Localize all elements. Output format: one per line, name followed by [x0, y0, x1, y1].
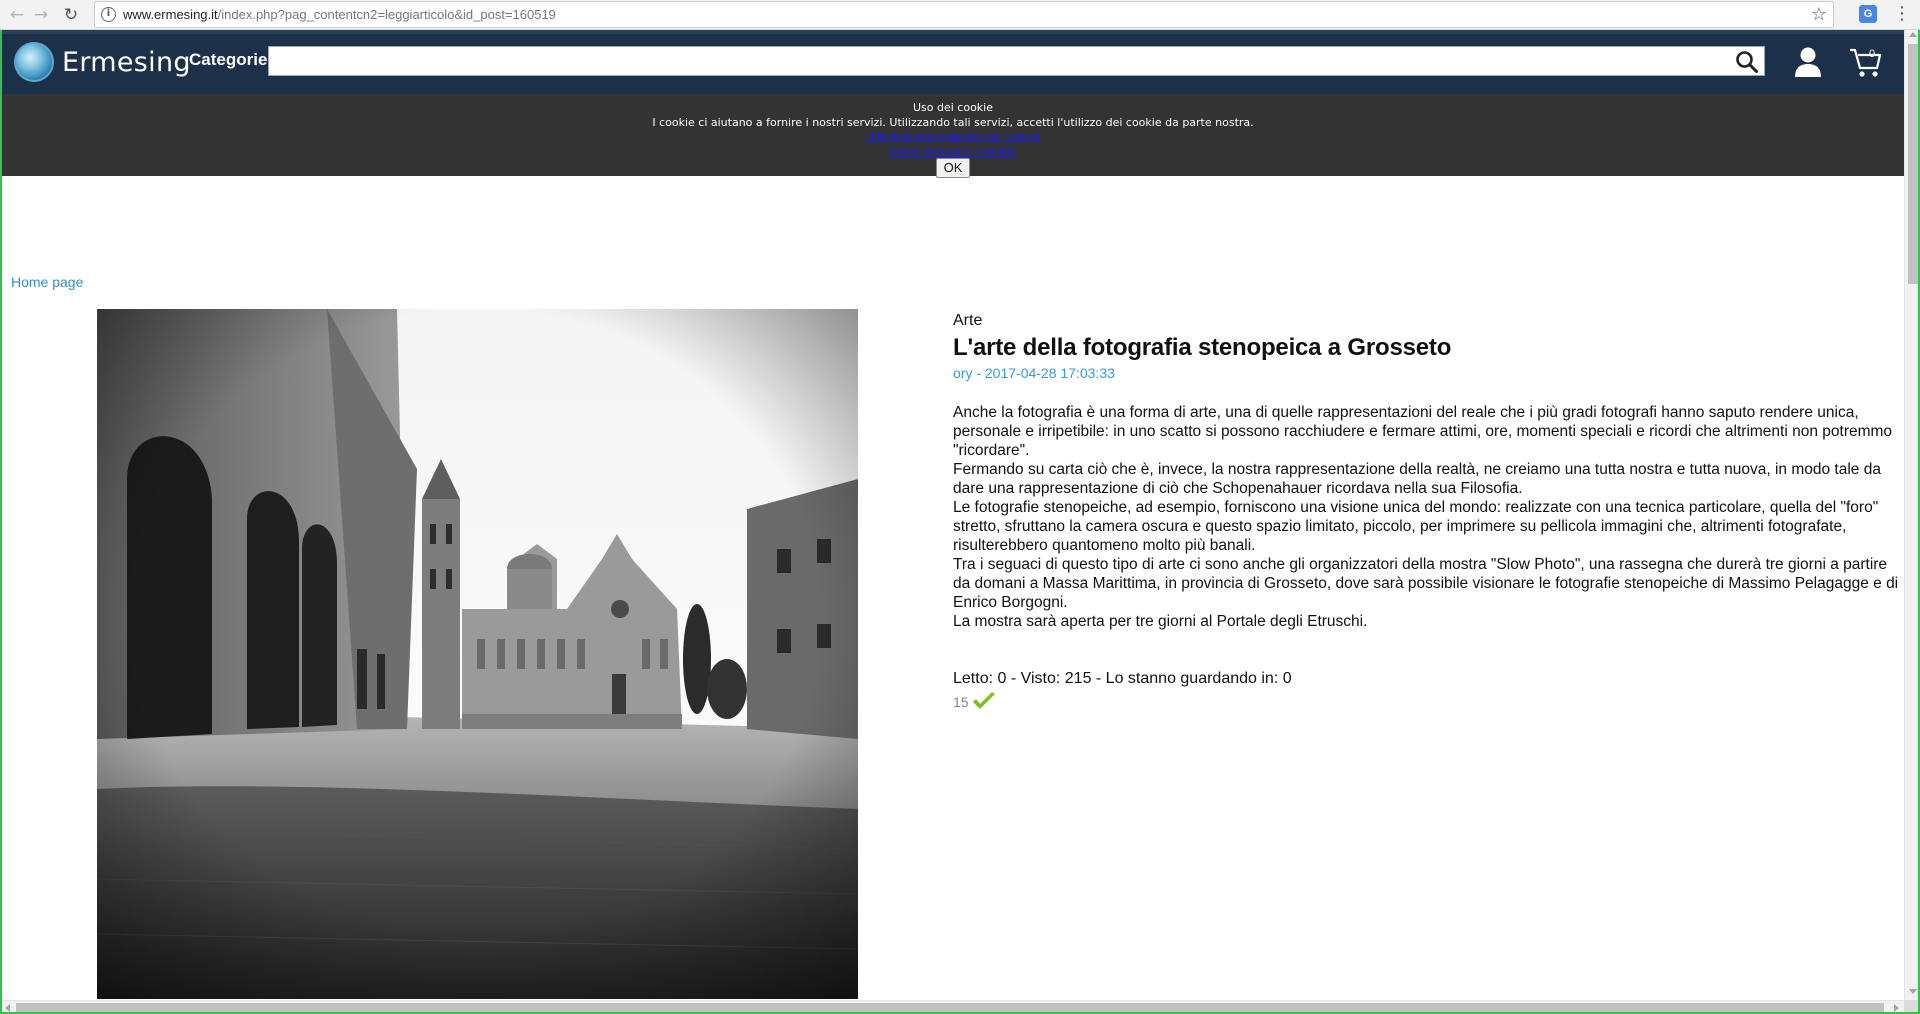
article-body: Anche la fotografia è una forma di arte,… — [953, 403, 1903, 631]
scroll-left-arrow-icon[interactable] — [5, 1004, 10, 1012]
arrow-right-icon[interactable]: → — [30, 4, 52, 26]
arrow-left-icon[interactable]: ← — [6, 4, 28, 26]
cookie-text: I cookie ci aiutano a fornire i nostri s… — [652, 116, 1254, 129]
article-paragraph: Tra i seguaci di questo tipo di arte ci … — [953, 556, 1899, 611]
user-icon[interactable] — [1793, 46, 1823, 78]
breadcrumb-home-link[interactable]: Home page — [11, 274, 83, 290]
search-icon[interactable] — [1734, 49, 1760, 75]
reload-icon[interactable]: ↻ — [60, 4, 82, 26]
scroll-right-arrow-icon[interactable] — [1894, 1004, 1899, 1012]
cookie-more-info-link[interactable]: Ulteriori informazioni sui cookie — [2, 130, 1904, 143]
pinhole-photo — [97, 309, 858, 999]
article-paragraph: Anche la fotografia è una forma di arte,… — [953, 404, 1893, 459]
article-content: Arte L'arte della fotografia stenopeica … — [953, 312, 1903, 712]
scrollbar-corner — [1904, 1000, 1918, 1012]
site-logo[interactable]: Ermesing — [14, 42, 191, 82]
article-category[interactable]: Arte — [953, 312, 1903, 330]
cookie-block-link[interactable]: Come bloccare i cookie — [2, 145, 1904, 158]
like-count: 15 — [953, 694, 969, 710]
star-icon[interactable]: ☆ — [1811, 4, 1827, 25]
article-title: L'arte della fotografia stenopeica a Gro… — [953, 334, 1452, 361]
vertical-dots-icon[interactable]: ⋮ — [1893, 3, 1911, 25]
horizontal-scrollbar[interactable] — [2, 1000, 1904, 1012]
cart-count-badge: 0 — [1869, 48, 1876, 60]
vertical-scroll-thumb[interactable] — [1908, 44, 1918, 284]
cookie-title: Uso dei cookie — [912, 101, 993, 114]
search-input[interactable] — [268, 46, 1765, 76]
site-header: Ermesing Categorie 0 — [2, 30, 1904, 94]
article-paragraph: Fermando su carta ciò che è, invece, la … — [953, 461, 1881, 497]
like-counter: 15 — [953, 692, 1903, 712]
translate-extension-icon[interactable]: G — [1859, 5, 1877, 23]
article-author-date[interactable]: ory - 2017-04-28 17:03:33 — [953, 365, 1903, 381]
address-bar[interactable]: i www.ermesing.it/index.php?pag_contentc… — [94, 1, 1834, 28]
article-paragraph: La mostra sarà aperta per tre giorni al … — [953, 613, 1368, 630]
cookie-banner: Uso dei cookie I cookie ci aiutano a for… — [2, 94, 1904, 178]
info-icon[interactable]: i — [101, 7, 116, 22]
article-image — [97, 309, 858, 999]
cookie-ok-button[interactable]: OK — [936, 158, 970, 178]
browser-toolbar: ← → ↻ i www.ermesing.it/index.php?pag_co… — [0, 0, 1920, 30]
cart-icon[interactable] — [1849, 46, 1883, 80]
logo-text: Ermesing — [62, 46, 191, 78]
url-host: www.ermesing.it — [123, 7, 218, 22]
horizontal-scroll-thumb[interactable] — [16, 1003, 1884, 1012]
checkmark-icon[interactable] — [971, 692, 997, 712]
article-paragraph: Le fotografie stenopeiche, ad esempio, f… — [953, 499, 1879, 554]
categories-menu[interactable]: Categorie — [189, 50, 267, 70]
address-url: www.ermesing.it/index.php?pag_contentcn2… — [123, 7, 556, 22]
page-viewport: Ermesing Categorie 0 Uso dei cookie I co… — [0, 30, 1920, 1014]
article-stats: Letto: 0 - Visto: 215 - Lo stanno guarda… — [953, 670, 1292, 687]
vertical-scrollbar[interactable] — [1904, 30, 1918, 1000]
url-path: /index.php?pag_contentcn2=leggiarticolo&… — [217, 7, 556, 22]
scroll-down-arrow-icon[interactable] — [1909, 989, 1917, 994]
logo-globe-icon — [14, 42, 54, 82]
scroll-up-arrow-icon[interactable] — [1909, 32, 1917, 37]
